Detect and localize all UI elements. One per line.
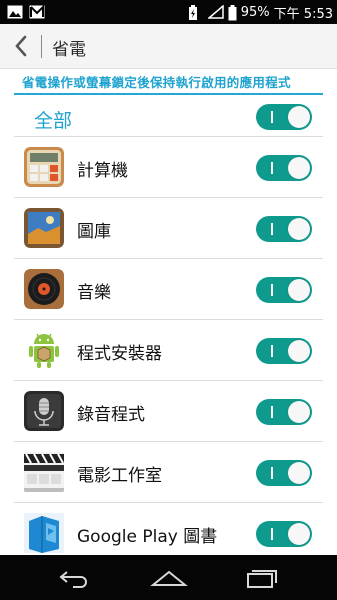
all-toggle[interactable]: [256, 104, 312, 130]
back-chevron-icon[interactable]: [8, 32, 34, 60]
toggle-knob: [288, 106, 310, 128]
list-item-movie-studio[interactable]: 電影工作室: [14, 441, 323, 502]
toggle-knob: [288, 218, 310, 240]
app-label-movie-studio: 電影工作室: [77, 466, 162, 486]
toggle-knob: [288, 401, 310, 423]
movie-studio-toggle[interactable]: [256, 460, 312, 486]
play-books-toggle[interactable]: [256, 521, 312, 547]
toggle-knob: [288, 157, 310, 179]
toggle-knob: [288, 340, 310, 362]
list-item-gallery[interactable]: 圖庫: [14, 197, 323, 258]
music-toggle[interactable]: [256, 277, 312, 303]
play-books-icon: [24, 513, 64, 553]
calculator-toggle[interactable]: [256, 155, 312, 181]
app-label-play-books: Google Play 圖書: [77, 527, 218, 547]
app-label-gallery: 圖庫: [77, 222, 111, 242]
toggle-knob: [288, 523, 310, 545]
toggle-on-mark: [271, 467, 273, 479]
movie-studio-icon: [24, 452, 64, 492]
list-item-calculator[interactable]: 計算機: [14, 136, 323, 197]
package-installer-toggle[interactable]: [256, 338, 312, 364]
battery-saver-icon: [188, 5, 204, 20]
toggle-on-mark: [271, 284, 273, 296]
clock: 下午 5:53: [273, 6, 333, 22]
back-icon[interactable]: [52, 563, 96, 593]
app-label-calculator: 計算機: [77, 161, 128, 181]
image-icon: [7, 4, 23, 19]
android-installer-icon: [24, 330, 64, 370]
gallery-toggle[interactable]: [256, 216, 312, 242]
music-icon: [24, 269, 64, 309]
all-label: 全部: [34, 110, 73, 132]
calculator-icon: [24, 147, 64, 187]
battery-icon: [228, 5, 237, 21]
home-icon[interactable]: [147, 563, 191, 593]
action-bar-divider: [41, 35, 42, 58]
recent-apps-icon[interactable]: [240, 563, 284, 593]
gmail-icon: [29, 4, 45, 19]
app-label-sound-recorder: 錄音程式: [77, 405, 145, 425]
toggle-on-mark: [271, 162, 273, 174]
list-item-sound-recorder[interactable]: 錄音程式: [14, 380, 323, 441]
page-title: 省電: [52, 40, 86, 60]
list-item-all[interactable]: 全部: [14, 96, 323, 136]
section-divider: [14, 93, 323, 95]
navigation-bar: [0, 555, 337, 600]
list-item-play-books[interactable]: Google Play 圖書: [14, 502, 323, 563]
toggle-knob: [288, 279, 310, 301]
app-label-package-installer: 程式安裝器: [77, 344, 162, 364]
toggle-on-mark: [271, 345, 273, 357]
toggle-on-mark: [271, 528, 273, 540]
action-bar: 省電: [0, 24, 337, 69]
status-bar: 95% 下午 5:53: [0, 0, 337, 24]
sound-recorder-toggle[interactable]: [256, 399, 312, 425]
toggle-on-mark: [271, 223, 273, 235]
section-header: 省電操作或螢幕鎖定後保持執行啟用的應用程式: [22, 75, 291, 90]
list-item-package-installer[interactable]: 程式安裝器: [14, 319, 323, 380]
sound-recorder-icon: [24, 391, 64, 431]
battery-percent: 95%: [240, 4, 270, 20]
gallery-icon: [24, 208, 64, 248]
app-label-music: 音樂: [77, 283, 111, 303]
toggle-on-mark: [271, 111, 273, 123]
signal-icon: [206, 4, 224, 19]
toggle-knob: [288, 462, 310, 484]
list-item-music[interactable]: 音樂: [14, 258, 323, 319]
toggle-on-mark: [271, 406, 273, 418]
